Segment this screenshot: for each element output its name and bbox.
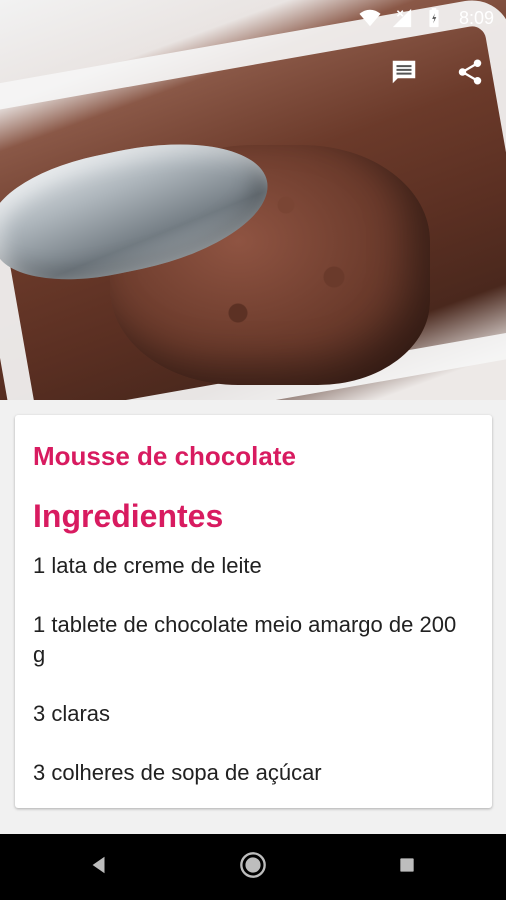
navigation-bar [0,834,506,900]
recents-icon [397,855,417,880]
status-time: 8:09 [458,7,494,28]
wifi-icon [359,7,381,29]
back-button[interactable] [75,843,123,891]
battery-icon [423,7,445,29]
ingredient-list: 1 lata de creme de leite 1 tablete de ch… [33,551,474,788]
comments-icon [389,57,419,92]
ingredient-item: 3 colheres de sopa de açúcar [33,760,322,785]
ingredient-item: 1 lata de creme de leite [33,553,262,578]
share-button[interactable] [450,54,490,94]
ingredients-heading: Ingredientes [33,498,224,534]
share-icon [455,57,485,92]
status-bar: 8:09 [0,0,506,36]
comments-button[interactable] [384,54,424,94]
action-bar [384,52,506,96]
signal-icon [391,7,413,29]
ingredient-item: 3 claras [33,701,111,726]
home-button[interactable] [229,843,277,891]
recipe-card: Mousse de chocolate Ingredientes 1 lata … [15,415,492,808]
recents-button[interactable] [383,843,431,891]
back-icon [88,854,110,881]
ingredient-item: 1 tablete de chocolate meio amargo de 20… [33,612,457,667]
recipe-screen: 8:09 Mousse de chocolate Ingredientes 1 … [0,0,506,900]
home-icon [239,851,267,884]
recipe-title: Mousse de chocolate [33,441,296,471]
